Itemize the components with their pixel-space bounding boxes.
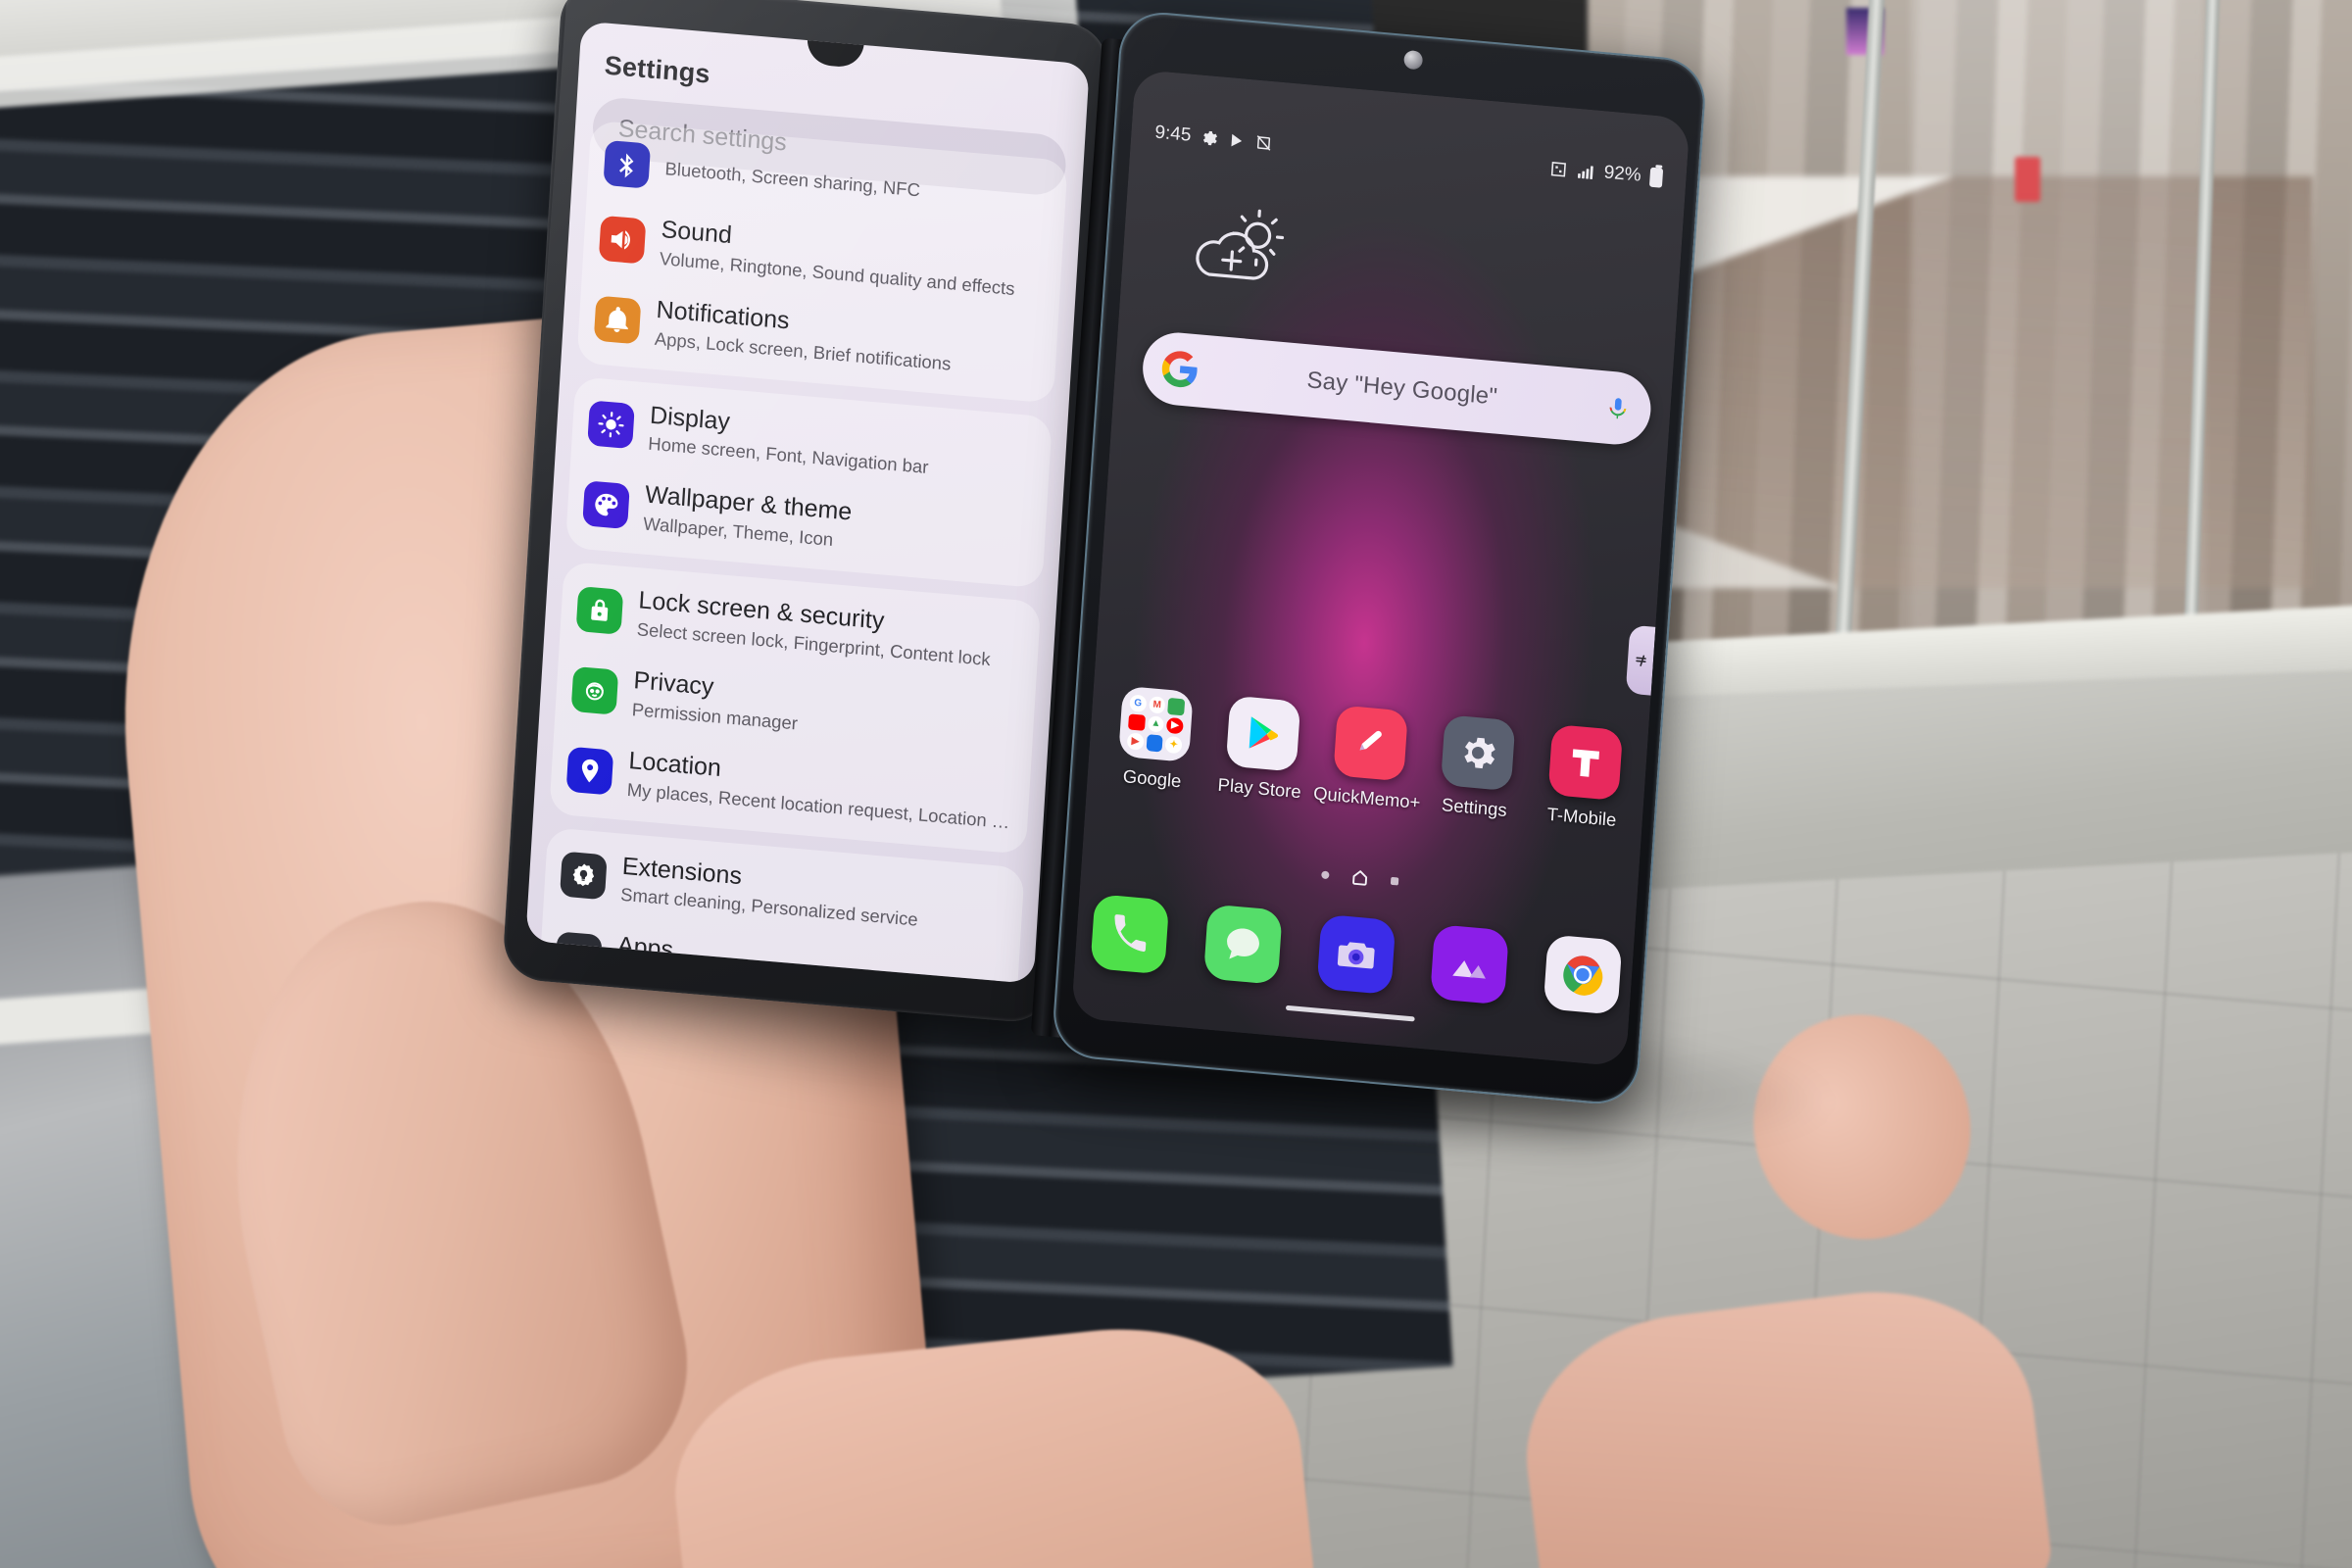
mini-drive-icon: ▲ [1147,714,1165,733]
app-t-mobile[interactable]: T-Mobile [1530,722,1639,832]
app-label: Google [1122,765,1183,792]
apps-grid-icon [555,931,603,981]
gallery-icon[interactable] [1430,923,1509,1005]
app-settings[interactable]: Settings [1423,713,1532,823]
app-tray-handle-icon[interactable] [1625,624,1656,696]
palette-icon [582,480,630,530]
page-dot-3[interactable] [1390,876,1398,885]
settings-group: Display Home screen, Font, Navigation ba… [564,375,1053,589]
home-screen-app-row: G M ▲ ▶ ▶ ✦ Google Play Store QuickMemo+… [1101,684,1639,832]
extensions-gear-icon [560,851,608,901]
app-label: Settings [1441,794,1508,821]
mute-icon [1253,132,1273,153]
mini-duo-icon [1146,734,1163,753]
mini-photos-icon: ✦ [1164,736,1183,755]
cover-screen-panel: Settings Search settings Bluetooth, Scre… [501,0,1110,1025]
status-time: 9:45 [1153,122,1193,146]
settings-gear-icon [1440,714,1516,792]
signal-icon [1576,161,1595,181]
gear-icon [1200,127,1219,148]
google-g-icon [1159,348,1201,390]
sun-icon [1232,209,1285,267]
app-play-store[interactable]: Play Store [1208,694,1317,804]
page-dot-1[interactable] [1320,869,1330,879]
settings-group: Bluetooth, Screen sharing, NFC Sound Vol… [576,120,1068,404]
microphone-icon[interactable] [1604,394,1633,422]
app-label: QuickMemo+ [1312,782,1422,813]
app-google-folder[interactable]: G M ▲ ▶ ▶ ✦ Google [1101,684,1209,794]
bell-icon [593,295,642,345]
dock [1090,894,1623,1015]
app-label: T-Mobile [1545,803,1618,830]
battery-percent: 92% [1603,162,1642,186]
mini-play-icon: ▶ [1126,732,1145,751]
t-mobile-icon [1547,723,1624,802]
mini-gmail-icon: M [1148,696,1166,714]
brightness-icon [587,400,635,450]
play-store-icon [1225,695,1301,772]
app-label: Play Store [1217,773,1302,803]
mini-youtube-icon [1127,713,1146,732]
privacy-face-icon [570,665,619,715]
google-folder-icon: G M ▲ ▶ ▶ ✦ [1118,685,1194,762]
battery-icon [1648,167,1664,188]
home-page-icon[interactable] [1349,867,1369,888]
lock-icon [575,586,624,635]
google-search-bar[interactable]: Say "Hey Google" [1140,329,1653,448]
cover-screen-display[interactable]: Settings Search settings Bluetooth, Scre… [525,21,1090,985]
mini-youtube-music-icon: ▶ [1166,716,1184,735]
message-icon[interactable] [1202,904,1283,985]
quickmemo-pen-icon [1333,705,1408,782]
bluetooth-icon [603,139,652,189]
settings-list[interactable]: Bluetooth, Screen sharing, NFC Sound Vol… [525,119,1084,985]
phone-icon[interactable] [1090,894,1170,975]
app-quickmemo[interactable]: QuickMemo+ [1312,704,1424,813]
lg-dual-screen-phone: Settings Search settings Bluetooth, Scre… [493,0,1869,1114]
home-screen[interactable]: 9:45 92% Say "Hey Google" G M ▲ ▶ ▶ ✦ Go… [1070,69,1690,1067]
add-icon [1221,250,1243,271]
status-bar: 9:45 92% [1130,114,1687,196]
weather-widget[interactable] [1176,201,1299,299]
network-icon [1548,159,1568,179]
play-icon [1227,130,1247,151]
mini-google-icon: G [1129,694,1148,712]
front-camera [1403,49,1424,71]
camera-icon[interactable] [1316,913,1396,996]
location-pin-icon [565,746,614,796]
settings-group: Lock screen & security Select screen loc… [549,561,1042,855]
mini-maps-icon [1167,697,1186,716]
settings-group: Extensions Smart cleaning, Personalized … [532,826,1025,985]
settings-row-subtitle: Bluetooth, Screen sharing, NFC [663,158,921,201]
screenshot-root: Settings Search settings Bluetooth, Scre… [0,0,2352,1568]
sound-icon [598,215,647,265]
main-screen-panel: 9:45 92% Say "Hey Google" G M ▲ ▶ ▶ ✦ Go… [1051,9,1708,1107]
chrome-icon[interactable] [1543,934,1623,1015]
gesture-navigation-pill[interactable] [1285,1004,1415,1022]
google-search-hint: Say "Hey Google" [1305,367,1498,411]
